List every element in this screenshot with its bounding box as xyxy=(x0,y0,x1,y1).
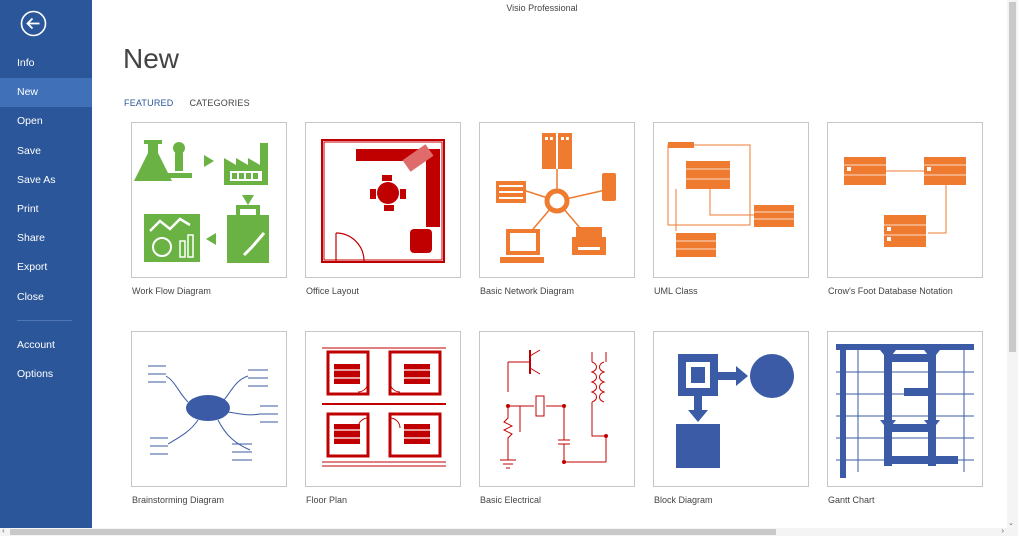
nav-item-account[interactable]: Account xyxy=(0,331,92,360)
horizontal-scrollbar-thumb[interactable] xyxy=(10,529,776,535)
nav-item-info[interactable]: Info xyxy=(0,49,92,78)
vertical-scrollbar-thumb[interactable] xyxy=(1009,2,1016,352)
tab-featured[interactable]: FEATURED xyxy=(124,98,173,108)
scroll-right-icon[interactable]: › xyxy=(1001,526,1004,535)
network-thumbnail-icon xyxy=(479,122,635,278)
nav-item-save-as[interactable]: Save As xyxy=(0,166,92,195)
window-title: Visio Professional xyxy=(506,3,578,13)
template-label: Gantt Chart xyxy=(828,495,875,505)
template-label: UML Class xyxy=(654,286,698,296)
nav-item-open[interactable]: Open xyxy=(0,107,92,136)
template-label: Block Diagram xyxy=(654,495,713,505)
nav-divider xyxy=(17,319,72,321)
uml-class-thumbnail-icon xyxy=(653,122,809,278)
database-thumbnail-icon xyxy=(827,122,983,278)
electrical-thumbnail-icon xyxy=(479,331,635,487)
back-arrow-icon[interactable] xyxy=(20,10,47,37)
template-label: Floor Plan xyxy=(306,495,348,505)
nav-item-share[interactable]: Share xyxy=(0,224,92,253)
template-label: Office Layout xyxy=(306,286,359,296)
nav-item-print[interactable]: Print xyxy=(0,195,92,224)
scroll-down-icon[interactable]: ⌄ xyxy=(1008,519,1014,527)
template-tabs: FEATURED CATEGORIES xyxy=(124,98,250,108)
backstage-nav-bottom: Account Options xyxy=(0,331,92,389)
vertical-scrollbar[interactable]: ⌄ xyxy=(1007,0,1018,528)
block-diagram-thumbnail-icon xyxy=(653,331,809,487)
template-label: Crow's Foot Database Notation xyxy=(828,286,953,296)
floor-plan-thumbnail-icon xyxy=(305,331,461,487)
template-label: Work Flow Diagram xyxy=(132,286,211,296)
nav-item-export[interactable]: Export xyxy=(0,253,92,282)
template-label: Basic Electrical xyxy=(480,495,542,505)
brainstorm-thumbnail-icon xyxy=(131,331,287,487)
page-title: New xyxy=(123,43,180,74)
nav-item-save[interactable]: Save xyxy=(0,137,92,166)
template-label: Brainstorming Diagram xyxy=(132,495,225,505)
workflow-thumbnail-icon xyxy=(131,122,287,278)
scroll-left-icon[interactable]: ‹ xyxy=(2,526,5,535)
horizontal-scrollbar[interactable]: ‹ › xyxy=(0,526,1018,536)
backstage-sidebar: Info New Open Save Save As Print Share E… xyxy=(0,0,92,528)
nav-item-close[interactable]: Close xyxy=(0,283,92,312)
nav-item-options[interactable]: Options xyxy=(0,360,92,389)
gantt-thumbnail-icon xyxy=(827,331,983,487)
backstage-nav: Info New Open Save Save As Print Share E… xyxy=(0,49,92,329)
tab-categories[interactable]: CATEGORIES xyxy=(189,98,249,108)
template-label: Basic Network Diagram xyxy=(480,286,575,296)
nav-item-new[interactable]: New xyxy=(0,78,92,108)
office-layout-thumbnail-icon xyxy=(305,122,461,278)
